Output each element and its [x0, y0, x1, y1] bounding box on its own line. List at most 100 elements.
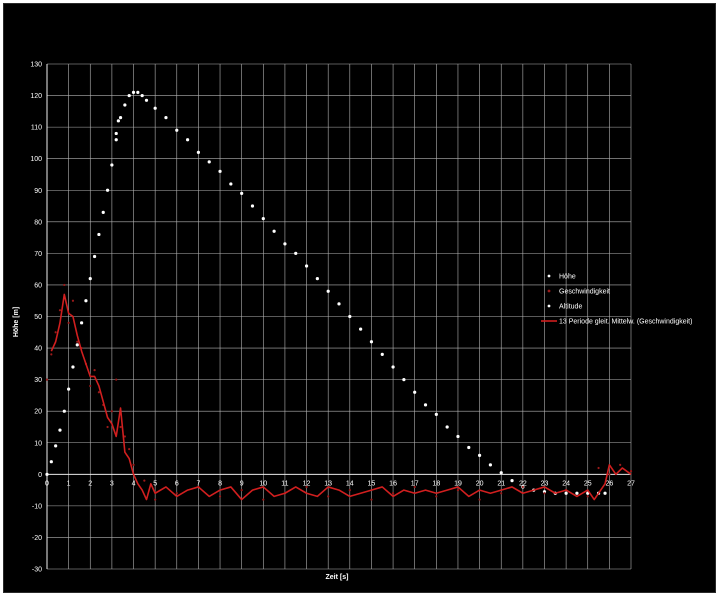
data-point	[115, 378, 118, 381]
chart-frame: 0 1 2 3 4 5 6 7 8 9 10 11 12 13 14 15 16 17 18 19 20 21 22 23 24…	[3, 3, 716, 593]
data-point	[119, 425, 122, 429]
data-point	[49, 460, 53, 464]
data-point	[261, 217, 265, 221]
data-point	[218, 169, 222, 173]
y-axis-title: Höhe [m]	[13, 307, 20, 337]
x-tick-label: 16	[389, 480, 397, 487]
legend-swatch	[547, 304, 551, 308]
data-point	[456, 488, 460, 492]
data-point	[603, 491, 607, 495]
legend-swatch	[547, 289, 551, 293]
data-point	[370, 498, 373, 501]
data-point	[58, 309, 62, 312]
data-point	[63, 283, 66, 287]
y-tick-label: 0	[38, 472, 42, 479]
y-tick-label: 70	[34, 251, 42, 258]
x-tick-label: 6	[175, 480, 179, 487]
data-point	[92, 254, 97, 259]
data-point	[175, 128, 179, 132]
x-tick-label: 0	[45, 480, 49, 487]
y-tick-label: -30	[32, 567, 42, 574]
data-point	[218, 495, 222, 498]
data-point	[110, 410, 113, 413]
data-point	[500, 492, 503, 495]
data-point	[71, 299, 75, 302]
series-3	[50, 293, 632, 501]
y-tick-label: 130	[30, 62, 42, 69]
moving-average-line	[50, 293, 632, 501]
x-tick-label: 18	[432, 480, 440, 487]
data-point	[67, 387, 71, 391]
legend-item: Altitude	[547, 304, 582, 311]
data-point	[45, 378, 49, 381]
data-point	[564, 491, 568, 495]
x-axis-title: Zeit [s]	[326, 574, 349, 581]
data-point	[456, 434, 460, 439]
data-point	[154, 498, 157, 501]
data-point	[80, 321, 84, 325]
data-point	[114, 138, 118, 142]
y-axis-ticks: -30 -20 -10 0 10 20 30 40 50 60 70 80 90 100 110 120 130	[30, 62, 42, 574]
data-point	[196, 150, 201, 154]
data-point	[54, 444, 58, 448]
data-point	[250, 204, 255, 208]
data-point	[608, 473, 611, 476]
data-point	[391, 365, 395, 369]
data-point	[185, 138, 190, 142]
data-point	[575, 491, 579, 495]
data-point	[272, 229, 276, 233]
data-point	[132, 463, 135, 466]
x-tick-label: 8	[218, 480, 222, 487]
data-point	[586, 495, 589, 498]
data-point	[326, 289, 330, 293]
y-tick-label: -10	[32, 503, 42, 510]
data-point	[84, 299, 88, 303]
x-tick-label: 5	[153, 480, 157, 487]
x-tick-label: 27	[627, 480, 635, 487]
data-point	[488, 463, 493, 467]
x-tick-label: 24	[562, 480, 570, 487]
data-point	[348, 488, 351, 492]
data-point	[327, 495, 330, 498]
data-point	[110, 163, 114, 167]
x-tick-label: 11	[281, 480, 288, 487]
y-tick-label: 90	[34, 188, 42, 195]
data-point	[478, 498, 481, 501]
data-point	[62, 409, 66, 413]
data-point	[128, 447, 131, 451]
x-tick-label: 21	[497, 480, 505, 487]
chart-svg: 0 1 2 3 4 5 6 7 8 9 10 11 12 13 14 15 16 17 18 19 20 21 22 23 24…	[13, 62, 692, 582]
data-point	[118, 116, 123, 120]
data-point	[435, 495, 438, 498]
data-point	[294, 251, 298, 255]
legend-label: Geschwindigkeit	[559, 289, 610, 296]
x-tick-label: 15	[368, 480, 376, 487]
x-tick-label: 4	[132, 480, 136, 487]
x-axis-ticks: 0 1 2 3 4 5 6 7 8 9 10 11 12 13 14 15 16 17 18 19 20 21 22 23 24…	[45, 480, 635, 487]
y-tick-label: -20	[32, 535, 42, 542]
data-point	[597, 466, 600, 470]
data-point	[54, 331, 57, 334]
data-point	[88, 277, 92, 281]
x-tick-label: 20	[476, 480, 484, 487]
data-point	[619, 463, 622, 466]
data-point	[97, 232, 101, 237]
data-point	[380, 352, 384, 356]
data-point	[413, 390, 417, 394]
legend-item: Höhe	[547, 274, 576, 281]
data-point	[143, 479, 146, 482]
data-point	[136, 90, 140, 95]
data-point	[445, 425, 449, 429]
legend-swatch	[547, 274, 551, 278]
data-point	[105, 188, 110, 192]
data-point	[315, 277, 319, 281]
data-point	[543, 492, 546, 495]
y-tick-label: 60	[34, 282, 42, 289]
data-point	[116, 119, 120, 123]
x-tick-label: 1	[67, 480, 71, 487]
series-0	[45, 90, 607, 495]
data-point	[67, 321, 70, 324]
data-point	[467, 445, 471, 450]
y-tick-label: 100	[30, 156, 42, 163]
data-point	[629, 470, 633, 473]
